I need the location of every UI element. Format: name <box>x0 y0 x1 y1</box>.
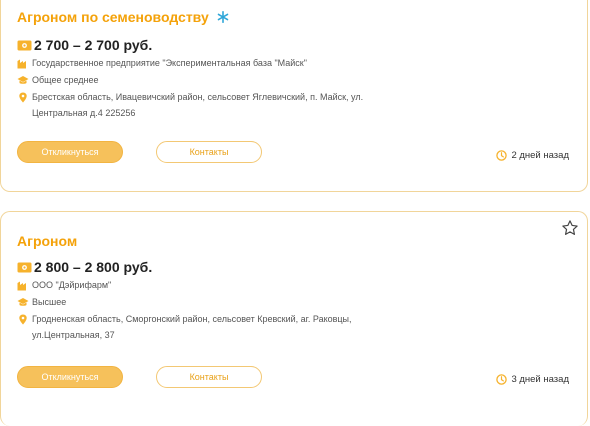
location-pin-icon <box>19 314 27 325</box>
job-title[interactable]: Агроном по семеноводству <box>17 9 209 25</box>
job-title-row[interactable]: Агроном по семеноводству <box>17 9 229 25</box>
job-card: Агроном по семеноводству 2 700 – 2 700 р… <box>0 0 588 192</box>
salary-row: 2 800 – 2 800 руб. <box>17 259 152 275</box>
education-row: Общее среднее <box>17 75 99 88</box>
posted-time: 2 дней назад <box>496 150 569 161</box>
company-row: ООО "Дэйрифарм" <box>17 280 111 293</box>
education-row: Высшее <box>17 297 66 310</box>
money-icon <box>17 40 32 50</box>
location-pin-icon <box>19 92 27 103</box>
graduation-cap-icon <box>17 298 29 306</box>
contacts-button[interactable]: Контакты <box>156 141 262 163</box>
job-title[interactable]: Агроном <box>17 233 77 249</box>
education-level: Высшее <box>32 297 67 307</box>
salary-value: 2 700 – 2 700 руб. <box>34 37 153 53</box>
salary-value: 2 800 – 2 800 руб. <box>34 259 153 275</box>
factory-icon <box>17 59 26 69</box>
posted-time: 3 дней назад <box>496 374 569 385</box>
star-outline-icon[interactable] <box>561 219 579 237</box>
company-name: ООО "Дэйрифарм" <box>32 280 112 290</box>
clock-icon <box>496 150 508 161</box>
respond-button[interactable]: Откликнуться <box>17 366 123 388</box>
company-name: Государственное предприятие "Эксперимент… <box>32 58 307 68</box>
job-card: Агроном 2 800 – 2 800 руб. ООО "Дэйрифар… <box>0 211 588 426</box>
respond-button[interactable]: Откликнуться <box>17 141 123 163</box>
clock-icon <box>496 374 508 385</box>
job-title-row[interactable]: Агроном <box>17 233 77 249</box>
address-text: Гродненская область, Сморгонский район, … <box>32 314 352 340</box>
factory-icon <box>17 281 26 291</box>
address-row: Гродненская область, Сморгонский район, … <box>17 314 387 343</box>
sparkle-icon <box>217 11 229 23</box>
education-level: Общее среднее <box>32 75 99 85</box>
money-icon <box>17 262 32 272</box>
contacts-button[interactable]: Контакты <box>156 366 262 388</box>
graduation-cap-icon <box>17 76 29 84</box>
posted-text: 3 дней назад <box>511 374 569 385</box>
address-row: Брестская область, Ивацевичский район, с… <box>17 92 387 121</box>
address-text: Брестская область, Ивацевичский район, с… <box>32 92 364 118</box>
salary-row: 2 700 – 2 700 руб. <box>17 37 152 53</box>
posted-text: 2 дней назад <box>511 150 569 161</box>
star-outline-icon[interactable] <box>561 0 579 2</box>
company-row: Государственное предприятие "Эксперимент… <box>17 58 307 71</box>
